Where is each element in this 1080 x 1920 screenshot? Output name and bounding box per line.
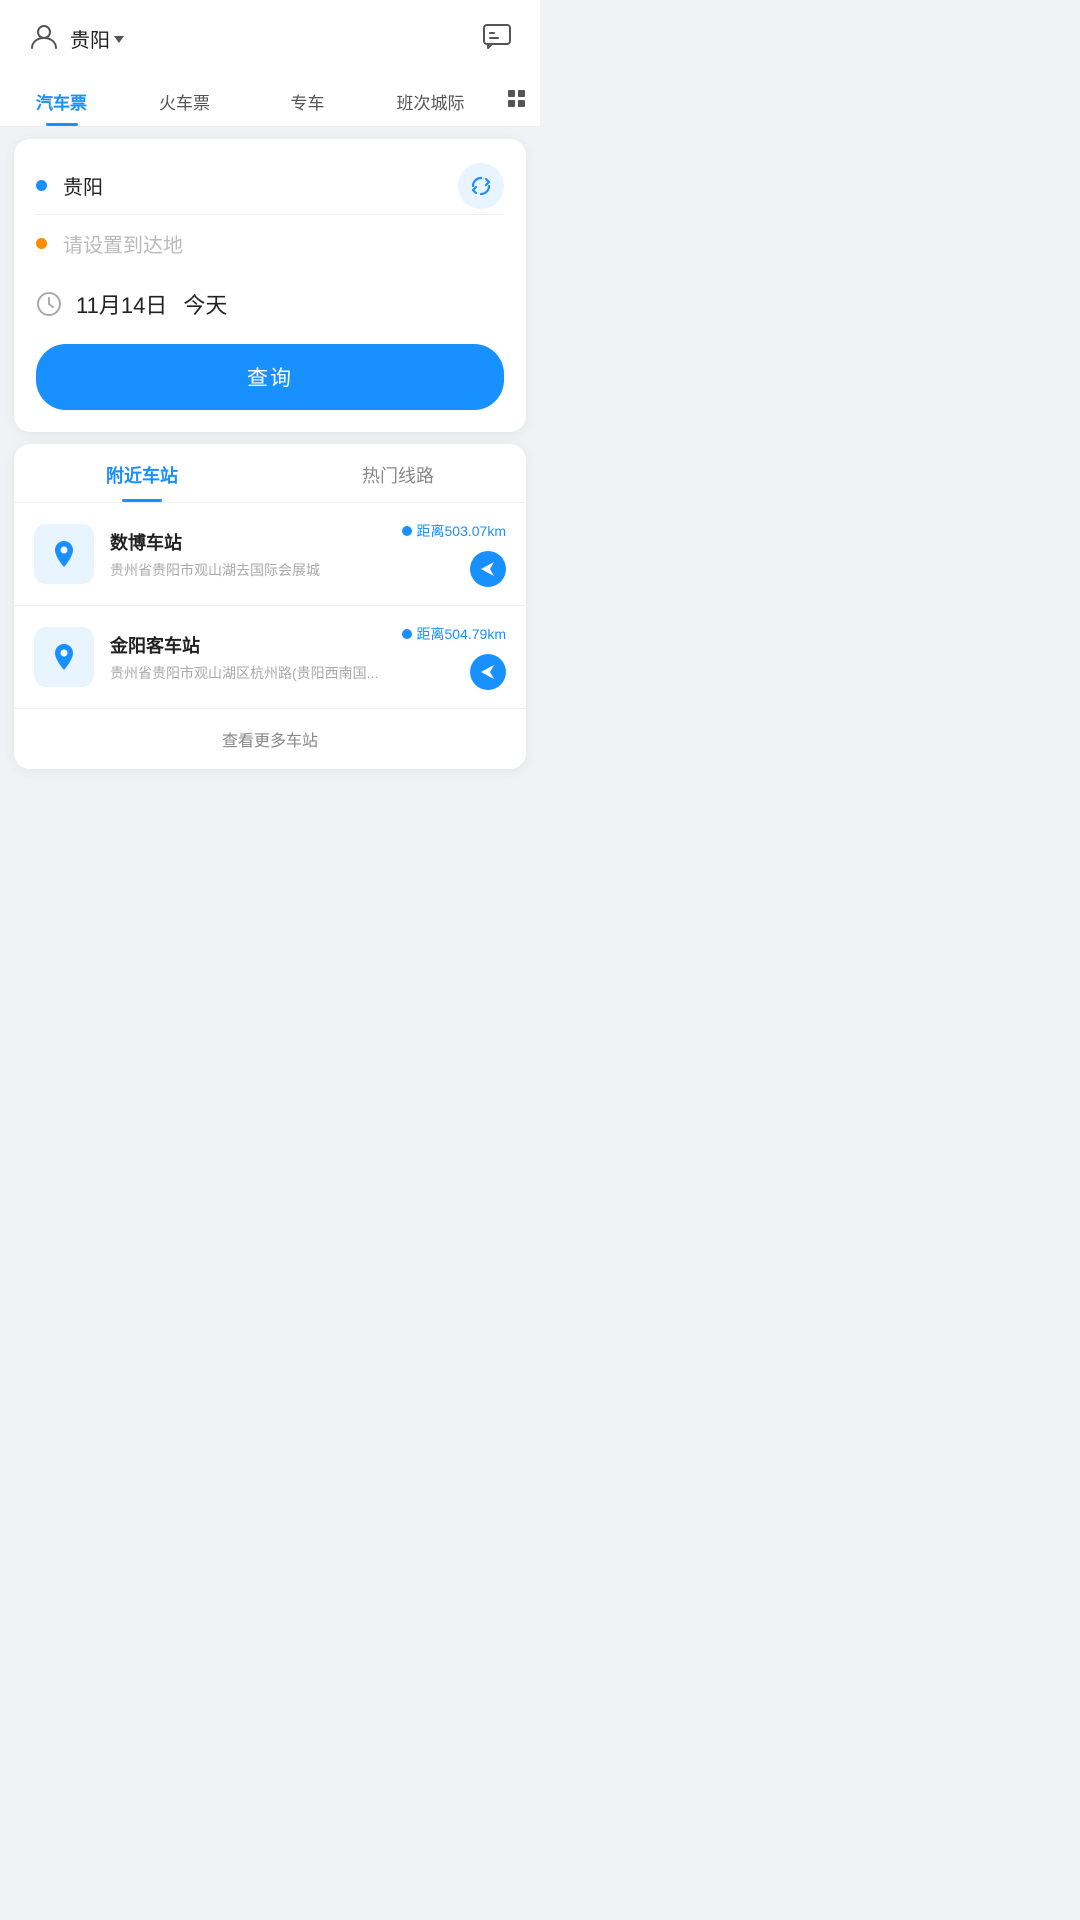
chevron-down-icon xyxy=(114,36,124,43)
location-icon xyxy=(48,641,80,673)
view-more-button[interactable]: 查看更多车站 xyxy=(14,709,526,769)
tab-intercity[interactable]: 班次城际 xyxy=(369,79,492,126)
navigate-button[interactable] xyxy=(470,654,506,690)
station-distance: 距离504.79km xyxy=(401,624,506,644)
nav-tabs: 汽车票 火车票 专车 班次城际 xyxy=(0,73,540,127)
location-icon xyxy=(48,538,80,570)
city-name: 贵阳 xyxy=(70,24,110,53)
station-info: 数博车站 贵州省贵阳市观山湖去国际会展城 xyxy=(110,529,401,580)
search-button[interactable]: 查询 xyxy=(36,344,504,410)
date-today: 今天 xyxy=(183,288,227,320)
arrow-icon xyxy=(479,663,497,681)
station-icon-wrap xyxy=(34,627,94,687)
station-name: 数博车站 xyxy=(110,529,401,555)
from-row[interactable]: 贵阳 xyxy=(36,157,504,215)
to-placeholder: 请设置到达地 xyxy=(63,229,183,258)
station-address: 贵州省贵阳市观山湖区杭州路(贵阳西南国... xyxy=(110,663,401,683)
station-section: 附近车站 热门线路 数博车站 贵州省贵阳市观山湖去国际会展城 距离503.07k… xyxy=(14,444,526,769)
to-row[interactable]: 请设置到达地 xyxy=(36,215,504,272)
station-distance: 距离503.07km xyxy=(401,521,506,541)
station-right: 距离504.79km xyxy=(401,624,506,690)
tab-bus-ticket[interactable]: 汽车票 xyxy=(0,79,123,126)
station-tabs: 附近车站 热门线路 xyxy=(14,444,526,503)
date: 11月14日 xyxy=(76,288,167,320)
tab-private-car[interactable]: 专车 xyxy=(246,79,369,126)
tab-nearby-stations[interactable]: 附近车站 xyxy=(14,444,270,502)
user-icon[interactable] xyxy=(28,20,60,57)
distance-dot-icon xyxy=(401,525,413,537)
station-name: 金阳客车站 xyxy=(110,632,401,658)
station-item[interactable]: 数博车站 贵州省贵阳市观山湖去国际会展城 距离503.07km xyxy=(14,503,526,606)
clock-icon xyxy=(36,291,62,317)
tab-popular-routes[interactable]: 热门线路 xyxy=(270,444,526,502)
arrow-icon xyxy=(479,560,497,578)
station-right: 距离503.07km xyxy=(401,521,506,587)
station-info: 金阳客车站 贵州省贵阳市观山湖区杭州路(贵阳西南国... xyxy=(110,632,401,683)
navigate-button[interactable] xyxy=(470,551,506,587)
header: 贵阳 xyxy=(0,0,540,73)
to-dot-icon xyxy=(36,238,47,249)
station-item[interactable]: 金阳客车站 贵州省贵阳市观山湖区杭州路(贵阳西南国... 距离504.79km xyxy=(14,606,526,709)
grid-icon xyxy=(508,90,525,107)
swap-button[interactable] xyxy=(458,163,504,209)
header-left: 贵阳 xyxy=(28,20,124,57)
from-city: 贵阳 xyxy=(63,171,103,200)
from-dot-icon xyxy=(36,180,47,191)
city-selector[interactable]: 贵阳 xyxy=(70,24,124,53)
search-card: 贵阳 请设置到达地 11月14日 今天 查询 xyxy=(14,139,526,432)
date-row[interactable]: 11月14日 今天 xyxy=(36,272,504,328)
distance-dot-icon xyxy=(401,628,413,640)
station-address: 贵州省贵阳市观山湖去国际会展城 xyxy=(110,560,401,580)
chat-icon[interactable] xyxy=(482,21,512,56)
more-button[interactable] xyxy=(492,90,540,115)
tab-train-ticket[interactable]: 火车票 xyxy=(123,79,246,126)
station-icon-wrap xyxy=(34,524,94,584)
